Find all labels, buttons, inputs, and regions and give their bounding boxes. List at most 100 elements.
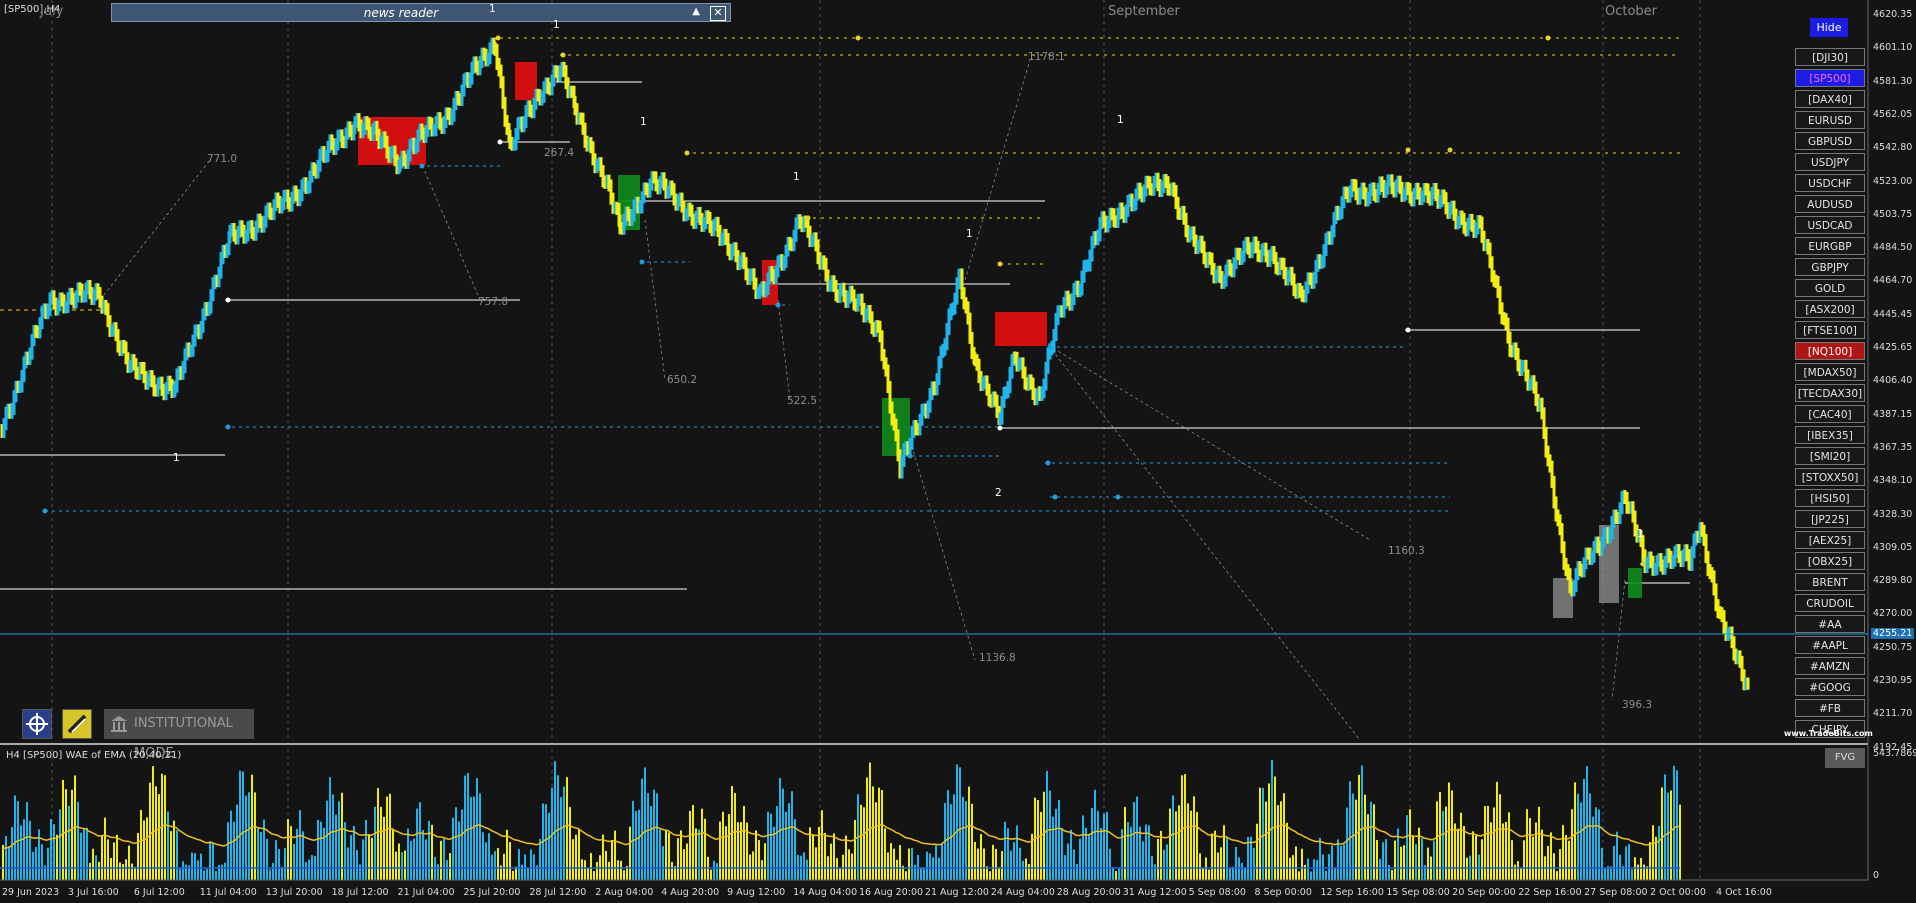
symbol-button[interactable]: #FB	[1795, 699, 1865, 717]
hide-button[interactable]: Hide	[1810, 18, 1848, 37]
symbol-button[interactable]: [DJI30]	[1795, 48, 1865, 66]
chart-grid	[51, 0, 1701, 880]
time-tick-label: 21 Jul 04:00	[397, 887, 455, 898]
time-tick-label: 12 Sep 16:00	[1320, 887, 1384, 898]
symbol-button[interactable]: [SMI20]	[1795, 447, 1865, 465]
symbol-button[interactable]: [FTSE100]	[1795, 321, 1865, 339]
symbol-button[interactable]: AUDUSD	[1795, 195, 1865, 213]
symbol-button[interactable]: [AEX25]	[1795, 531, 1865, 549]
time-tick-label: 21 Aug 12:00	[924, 887, 989, 898]
symbol-button[interactable]: [ASX200]	[1795, 300, 1865, 318]
wave-label: 1	[489, 3, 496, 15]
time-tick-label: 4 Oct 16:00	[1716, 887, 1772, 898]
symbol-button[interactable]: [TECDAX30]	[1795, 384, 1865, 402]
symbol-button[interactable]: [SP500]	[1795, 69, 1865, 87]
symbol-button[interactable]: CRUDOIL	[1795, 594, 1865, 612]
price-chart[interactable]	[0, 0, 1916, 903]
time-tick-label: 31 Aug 12:00	[1122, 887, 1187, 898]
wave-label: 1	[1637, 528, 1644, 540]
collapse-icon[interactable]: ▲	[692, 6, 700, 17]
draw-tool-button[interactable]	[62, 709, 92, 739]
supply-demand-zones	[358, 62, 1642, 618]
price-tick-label: 4601.10	[1873, 42, 1913, 54]
symbol-button[interactable]: EURGBP	[1795, 237, 1865, 255]
watermark: www.TradeBits.com	[1784, 729, 1873, 738]
price-tick-label: 4542.80	[1873, 142, 1913, 154]
price-tick-label: 4425.65	[1873, 342, 1913, 353]
symbol-button[interactable]: GBPJPY	[1795, 258, 1865, 276]
news-reader-title: news reader	[363, 6, 439, 20]
time-tick-label: 28 Aug 20:00	[1056, 887, 1121, 898]
fvg-button[interactable]: FVG	[1825, 748, 1865, 768]
month-label: September	[1108, 4, 1180, 19]
close-icon[interactable]: ✕	[710, 6, 726, 21]
symbol-button[interactable]: [HSI50]	[1795, 489, 1865, 507]
time-tick-label: 14 Aug 04:00	[793, 887, 858, 898]
price-tick-label: 4367.35	[1873, 441, 1913, 453]
time-tick-label: 9 Aug 12:00	[727, 887, 786, 898]
crosshair-tool-button[interactable]	[22, 709, 52, 739]
time-tick-label: 4 Aug 20:00	[661, 887, 720, 898]
projection-label: 1136.8	[979, 652, 1016, 664]
time-tick-label: 13 Jul 20:00	[265, 887, 323, 898]
time-tick-label: 6 Jul 12:00	[133, 887, 185, 898]
time-tick-label: 29 Jun 2023	[2, 887, 60, 898]
price-tick-label: 4289.80	[1873, 575, 1913, 587]
price-tick-label: 4309.05	[1873, 541, 1913, 553]
symbol-button[interactable]: BRENT	[1795, 573, 1865, 591]
wae-histogram	[2, 760, 1681, 880]
price-tick-label: 4562.05	[1873, 108, 1913, 120]
symbol-button[interactable]: #GOOG	[1795, 678, 1865, 696]
time-tick-label: 5 Sep 08:00	[1188, 887, 1246, 898]
price-tick-label: 4445.45	[1873, 308, 1913, 320]
price-tick-label: 4581.30	[1873, 75, 1913, 87]
price-tick-label: 4464.70	[1873, 275, 1913, 287]
symbol-button[interactable]: [IBEX35]	[1795, 426, 1865, 444]
price-tick-label: 4484.50	[1873, 242, 1913, 254]
time-tick-label: 2 Aug 04:00	[595, 887, 654, 898]
wave-label: 1	[966, 228, 973, 240]
wave-label: 1	[553, 19, 560, 31]
time-tick-label: 25 Jul 20:00	[463, 887, 521, 898]
symbol-button[interactable]: USDCAD	[1795, 216, 1865, 234]
price-tick-label: 4387.15	[1873, 408, 1913, 420]
price-tick-label: 4230.95	[1873, 675, 1913, 686]
crosshair-icon	[26, 713, 48, 735]
symbol-button[interactable]: [OBX25]	[1795, 552, 1865, 570]
symbol-button[interactable]: GBPUSD	[1795, 132, 1865, 150]
level-lines	[0, 37, 1690, 741]
symbol-button[interactable]: #AMZN	[1795, 657, 1865, 675]
symbol-button[interactable]: [MDAX50]	[1795, 363, 1865, 381]
symbol-button[interactable]: [CAC40]	[1795, 405, 1865, 423]
indicator-zero-label: 0	[1873, 870, 1880, 881]
time-tick-label: 20 Sep 00:00	[1452, 887, 1516, 898]
wave-label: 1	[173, 452, 180, 464]
symbol-button[interactable]: [DAX40]	[1795, 90, 1865, 108]
projection-label: 522.5	[787, 395, 818, 407]
institutional-mode-button[interactable]: INSTITUTIONAL MODE	[104, 709, 254, 761]
month-label: July	[40, 4, 64, 19]
symbol-button[interactable]: [STOXX50]	[1795, 468, 1865, 486]
wave-label: 2	[995, 487, 1002, 499]
symbol-button[interactable]: GOLD	[1795, 279, 1865, 297]
projection-label: 650.2	[667, 374, 698, 386]
price-tick-label: 4620.35	[1873, 9, 1913, 20]
symbol-button[interactable]: USDCHF	[1795, 174, 1865, 192]
symbol-button[interactable]: USDJPY	[1795, 153, 1865, 171]
symbol-button[interactable]: #AAPL	[1795, 636, 1865, 654]
symbol-button[interactable]: EURUSD	[1795, 111, 1865, 129]
projection-label: 757.8	[478, 296, 509, 308]
time-tick-label: 2 Oct 00:00	[1650, 887, 1706, 898]
price-tick-label: 4406.40	[1873, 375, 1913, 387]
price-tick-label: 4328.30	[1873, 508, 1913, 520]
price-tick-label: 4211.70	[1873, 708, 1913, 720]
symbol-button[interactable]: [NQ100]	[1795, 342, 1865, 360]
symbol-button[interactable]: #AA	[1795, 615, 1865, 633]
bank-icon	[111, 716, 127, 732]
news-reader-bar[interactable]: news reader ▲ ✕	[111, 3, 731, 22]
pencil-icon	[67, 714, 87, 734]
symbol-button[interactable]: [JP225]	[1795, 510, 1865, 528]
projection-label: 396.3	[1622, 699, 1653, 711]
projection-label: 267.4	[544, 147, 575, 159]
wave-label: 1	[793, 171, 800, 183]
